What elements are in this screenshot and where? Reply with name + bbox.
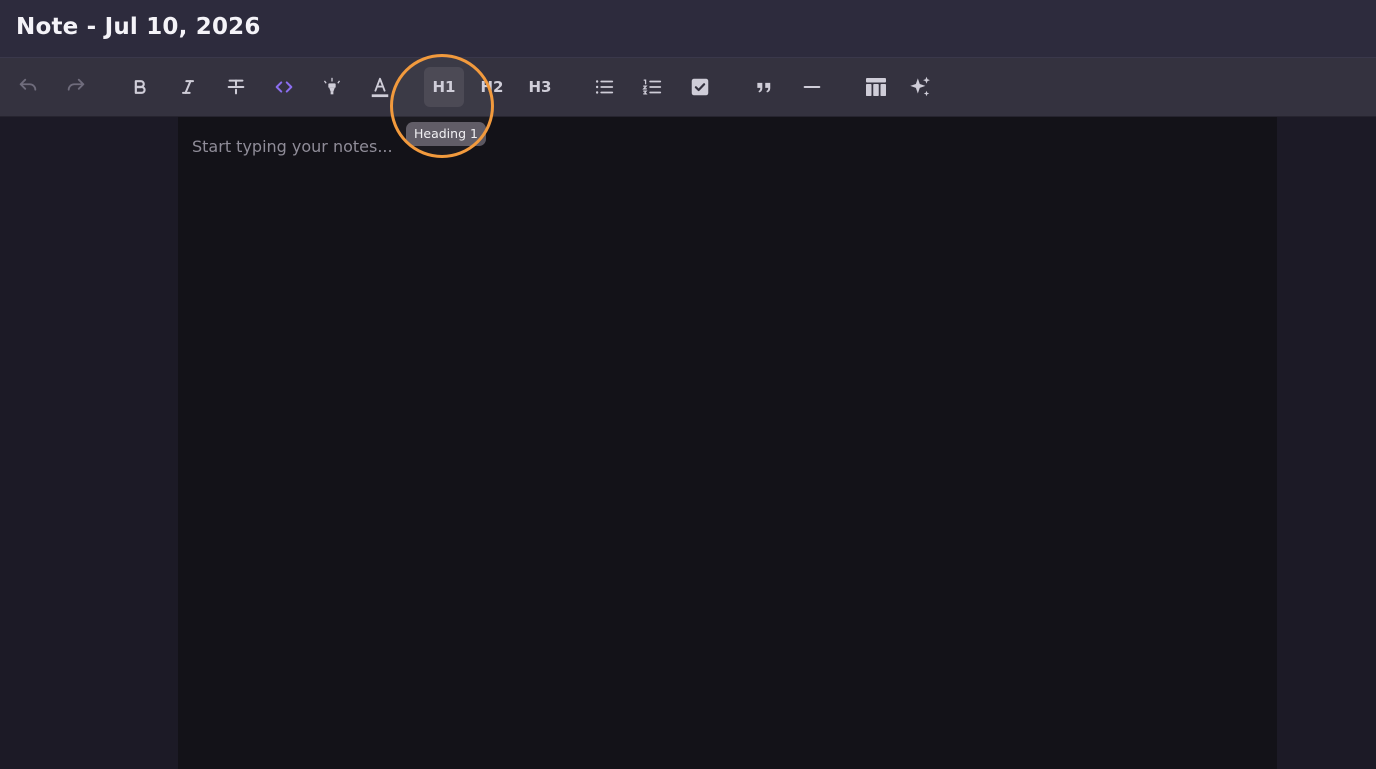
heading-1-tooltip: Heading 1 xyxy=(406,122,486,146)
heading-3-button[interactable]: H3 xyxy=(520,67,560,107)
undo-icon xyxy=(19,78,37,91)
numbered-list-icon xyxy=(642,79,662,95)
note-editor[interactable]: Start typing your notes... xyxy=(178,117,1277,769)
quote-icon xyxy=(757,82,771,93)
italic-button[interactable] xyxy=(168,67,208,107)
note-title: Note - Jul 10, 2026 xyxy=(16,14,261,40)
highlight-button[interactable] xyxy=(312,67,352,107)
editor-placeholder: Start typing your notes... xyxy=(192,137,393,156)
task-list-button[interactable] xyxy=(680,67,720,107)
text-color-button[interactable] xyxy=(360,67,400,107)
checkbox-icon xyxy=(691,78,709,96)
bold-icon xyxy=(134,80,146,94)
strikethrough-icon xyxy=(227,79,245,95)
bold-button[interactable] xyxy=(120,67,160,107)
horizontal-rule-icon xyxy=(803,85,821,89)
formatting-toolbar: H1 H2 H3 xyxy=(0,58,1376,117)
redo-icon xyxy=(67,78,85,91)
numbered-list-button[interactable] xyxy=(632,67,672,107)
redo-button[interactable] xyxy=(56,67,96,107)
heading-2-label: H2 xyxy=(480,78,504,96)
highlighter-icon xyxy=(323,77,341,95)
undo-button[interactable] xyxy=(8,67,48,107)
code-button[interactable] xyxy=(264,67,304,107)
note-header: Note - Jul 10, 2026 xyxy=(0,0,1376,58)
heading-1-label: H1 xyxy=(432,78,456,96)
blockquote-button[interactable] xyxy=(744,67,784,107)
table-button[interactable] xyxy=(856,67,896,107)
code-icon xyxy=(275,81,293,93)
heading-2-button[interactable]: H2 xyxy=(472,67,512,107)
horizontal-rule-button[interactable] xyxy=(792,67,832,107)
heading-1-button[interactable]: H1 xyxy=(424,67,464,107)
table-icon xyxy=(866,78,886,96)
font-color-icon xyxy=(371,77,389,98)
strikethrough-button[interactable] xyxy=(216,67,256,107)
bullet-list-icon xyxy=(595,80,614,94)
heading-3-label: H3 xyxy=(528,78,552,96)
italic-icon xyxy=(182,80,194,94)
sparkles-icon xyxy=(910,76,930,97)
ai-assist-button[interactable] xyxy=(900,67,940,107)
bullet-list-button[interactable] xyxy=(584,67,624,107)
